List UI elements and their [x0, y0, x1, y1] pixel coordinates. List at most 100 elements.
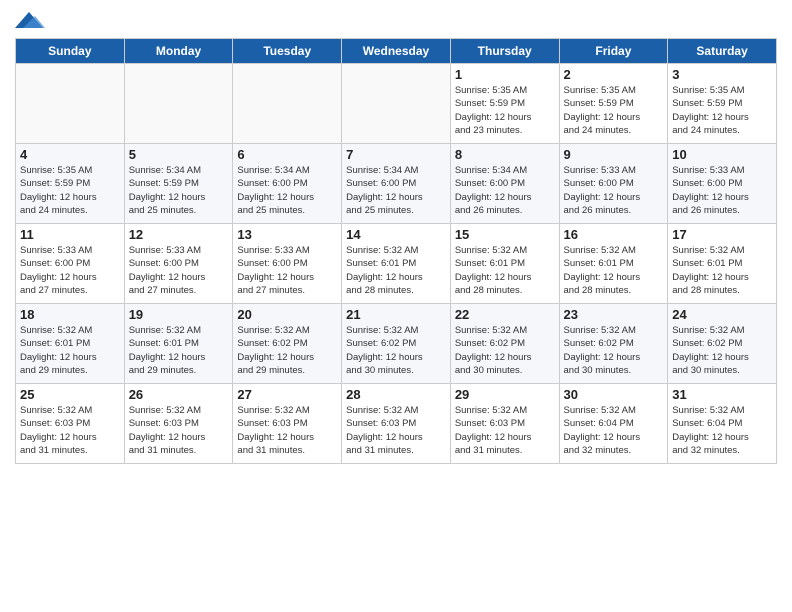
day-number: 8 [455, 147, 555, 162]
day-info: Sunrise: 5:34 AMSunset: 5:59 PMDaylight:… [129, 164, 229, 217]
calendar-table: SundayMondayTuesdayWednesdayThursdayFrid… [15, 38, 777, 464]
calendar-cell: 11 Sunrise: 5:33 AMSunset: 6:00 PMDayligh… [16, 224, 125, 304]
calendar-cell: 2Sunrise: 5:35 AMSunset: 5:59 PMDaylight… [559, 64, 668, 144]
calendar-cell: 4 Sunrise: 5:35 AMSunset: 5:59 PMDaylight… [16, 144, 125, 224]
day-info: Sunrise: 5:33 AMSunset: 6:00 PMDaylight:… [129, 244, 229, 297]
calendar-week-row: 25 Sunrise: 5:32 AMSunset: 6:03 PMDayligh… [16, 384, 777, 464]
day-info: Sunrise: 5:34 AMSunset: 6:00 PMDaylight:… [455, 164, 555, 217]
day-number: 11 [20, 227, 120, 242]
day-info: Sunrise: 5:33 AMSunset: 6:00 PMDaylight:… [672, 164, 772, 217]
day-info: Sunrise: 5:32 AMSunset: 6:03 PMDaylight:… [237, 404, 337, 457]
day-number: 4 [20, 147, 120, 162]
day-number: 15 [455, 227, 555, 242]
day-info: Sunrise: 5:32 AMSunset: 6:03 PMDaylight:… [346, 404, 446, 457]
day-number: 9 [564, 147, 664, 162]
day-info: Sunrise: 5:32 AMSunset: 6:04 PMDaylight:… [672, 404, 772, 457]
day-info: Sunrise: 5:32 AMSunset: 6:03 PMDaylight:… [455, 404, 555, 457]
calendar-week-row: 18 Sunrise: 5:32 AMSunset: 6:01 PMDayligh… [16, 304, 777, 384]
day-number: 10 [672, 147, 772, 162]
calendar-cell: 7 Sunrise: 5:34 AMSunset: 6:00 PMDaylight… [342, 144, 451, 224]
weekday-header-row: SundayMondayTuesdayWednesdayThursdayFrid… [16, 39, 777, 64]
calendar-cell [233, 64, 342, 144]
weekday-header-cell: Wednesday [342, 39, 451, 64]
day-number: 3 [672, 67, 772, 82]
day-info: Sunrise: 5:32 AMSunset: 6:04 PMDaylight:… [564, 404, 664, 457]
calendar-week-row: 1 Sunrise: 5:35 AMSunset: 5:59 PMDaylight… [16, 64, 777, 144]
calendar-cell: 10 Sunrise: 5:33 AMSunset: 6:00 PMDayligh… [668, 144, 777, 224]
day-info: Sunrise: 5:35 AMSunset: 5:59 PMDaylight:… [672, 84, 772, 137]
weekday-header-cell: Friday [559, 39, 668, 64]
calendar-cell [16, 64, 125, 144]
page: SundayMondayTuesdayWednesdayThursdayFrid… [0, 0, 792, 612]
day-info: Sunrise: 5:32 AMSunset: 6:01 PMDaylight:… [455, 244, 555, 297]
day-number: 7 [346, 147, 446, 162]
day-number: 22 [455, 307, 555, 322]
calendar-cell: 25 Sunrise: 5:32 AMSunset: 6:03 PMDayligh… [16, 384, 125, 464]
day-number: 26 [129, 387, 229, 402]
weekday-header-cell: Sunday [16, 39, 125, 64]
weekday-header-cell: Saturday [668, 39, 777, 64]
day-info: Sunrise: 5:32 AMSunset: 6:03 PMDaylight:… [129, 404, 229, 457]
day-number: 17 [672, 227, 772, 242]
day-info: Sunrise: 5:32 AMSunset: 6:01 PMDaylight:… [564, 244, 664, 297]
day-number: 30 [564, 387, 664, 402]
day-info: Sunrise: 5:33 AMSunset: 6:00 PMDaylight:… [237, 244, 337, 297]
day-number: 5 [129, 147, 229, 162]
day-info: Sunrise: 5:32 AMSunset: 6:01 PMDaylight:… [129, 324, 229, 377]
day-info: Sunrise: 5:32 AMSunset: 6:02 PMDaylight:… [672, 324, 772, 377]
day-info: Sunrise: 5:32 AMSunset: 6:03 PMDaylight:… [20, 404, 120, 457]
calendar-cell: 27 Sunrise: 5:32 AMSunset: 6:03 PMDayligh… [233, 384, 342, 464]
weekday-header-cell: Monday [124, 39, 233, 64]
day-number: 24 [672, 307, 772, 322]
day-info: Sunrise: 5:35 AMSunset: 5:59 PMDaylight:… [20, 164, 120, 217]
calendar-cell: 26 Sunrise: 5:32 AMSunset: 6:03 PMDayligh… [124, 384, 233, 464]
day-number: 19 [129, 307, 229, 322]
calendar-cell: 24 Sunrise: 5:32 AMSunset: 6:02 PMDayligh… [668, 304, 777, 384]
calendar-cell: 12Sunrise: 5:33 AMSunset: 6:00 PMDayligh… [124, 224, 233, 304]
day-info: Sunrise: 5:32 AMSunset: 6:02 PMDaylight:… [346, 324, 446, 377]
day-info: Sunrise: 5:32 AMSunset: 6:02 PMDaylight:… [455, 324, 555, 377]
day-number: 18 [20, 307, 120, 322]
calendar-cell: 20Sunrise: 5:32 AMSunset: 6:02 PMDayligh… [233, 304, 342, 384]
day-info: Sunrise: 5:34 AMSunset: 6:00 PMDaylight:… [237, 164, 337, 217]
calendar-cell: 18 Sunrise: 5:32 AMSunset: 6:01 PMDayligh… [16, 304, 125, 384]
header [15, 10, 777, 32]
calendar-cell: 5 Sunrise: 5:34 AMSunset: 5:59 PMDaylight… [124, 144, 233, 224]
day-info: Sunrise: 5:35 AMSunset: 5:59 PMDaylight:… [455, 84, 555, 137]
calendar-cell: 13Sunrise: 5:33 AMSunset: 6:00 PMDayligh… [233, 224, 342, 304]
calendar-cell: 8 Sunrise: 5:34 AMSunset: 6:00 PMDaylight… [450, 144, 559, 224]
day-number: 25 [20, 387, 120, 402]
day-number: 16 [564, 227, 664, 242]
day-info: Sunrise: 5:33 AMSunset: 6:00 PMDaylight:… [564, 164, 664, 217]
day-info: Sunrise: 5:32 AMSunset: 6:02 PMDaylight:… [237, 324, 337, 377]
calendar-cell: 16 Sunrise: 5:32 AMSunset: 6:01 PMDayligh… [559, 224, 668, 304]
calendar-cell: 31 Sunrise: 5:32 AMSunset: 6:04 PMDayligh… [668, 384, 777, 464]
day-info: Sunrise: 5:32 AMSunset: 6:01 PMDaylight:… [346, 244, 446, 297]
calendar-week-row: 11 Sunrise: 5:33 AMSunset: 6:00 PMDayligh… [16, 224, 777, 304]
logo-icon [15, 10, 45, 32]
day-info: Sunrise: 5:35 AMSunset: 5:59 PMDaylight:… [564, 84, 664, 137]
weekday-header-cell: Thursday [450, 39, 559, 64]
calendar-cell: 3 Sunrise: 5:35 AMSunset: 5:59 PMDaylight… [668, 64, 777, 144]
calendar-cell: 19 Sunrise: 5:32 AMSunset: 6:01 PMDayligh… [124, 304, 233, 384]
calendar-cell: 17 Sunrise: 5:32 AMSunset: 6:01 PMDayligh… [668, 224, 777, 304]
day-info: Sunrise: 5:32 AMSunset: 6:01 PMDaylight:… [672, 244, 772, 297]
calendar-cell: 6 Sunrise: 5:34 AMSunset: 6:00 PMDaylight… [233, 144, 342, 224]
day-info: Sunrise: 5:32 AMSunset: 6:02 PMDaylight:… [564, 324, 664, 377]
day-info: Sunrise: 5:32 AMSunset: 6:01 PMDaylight:… [20, 324, 120, 377]
day-number: 27 [237, 387, 337, 402]
day-number: 1 [455, 67, 555, 82]
calendar-cell: 15 Sunrise: 5:32 AMSunset: 6:01 PMDayligh… [450, 224, 559, 304]
day-number: 31 [672, 387, 772, 402]
weekday-header-cell: Tuesday [233, 39, 342, 64]
calendar-cell: 30 Sunrise: 5:32 AMSunset: 6:04 PMDayligh… [559, 384, 668, 464]
logo [15, 10, 47, 32]
day-info: Sunrise: 5:33 AMSunset: 6:00 PMDaylight:… [20, 244, 120, 297]
calendar-body: 1 Sunrise: 5:35 AMSunset: 5:59 PMDaylight… [16, 64, 777, 464]
day-number: 6 [237, 147, 337, 162]
calendar-cell: 29Sunrise: 5:32 AMSunset: 6:03 PMDayligh… [450, 384, 559, 464]
day-number: 23 [564, 307, 664, 322]
day-info: Sunrise: 5:34 AMSunset: 6:00 PMDaylight:… [346, 164, 446, 217]
calendar-cell: 9 Sunrise: 5:33 AMSunset: 6:00 PMDaylight… [559, 144, 668, 224]
calendar-cell: 14Sunrise: 5:32 AMSunset: 6:01 PMDayligh… [342, 224, 451, 304]
